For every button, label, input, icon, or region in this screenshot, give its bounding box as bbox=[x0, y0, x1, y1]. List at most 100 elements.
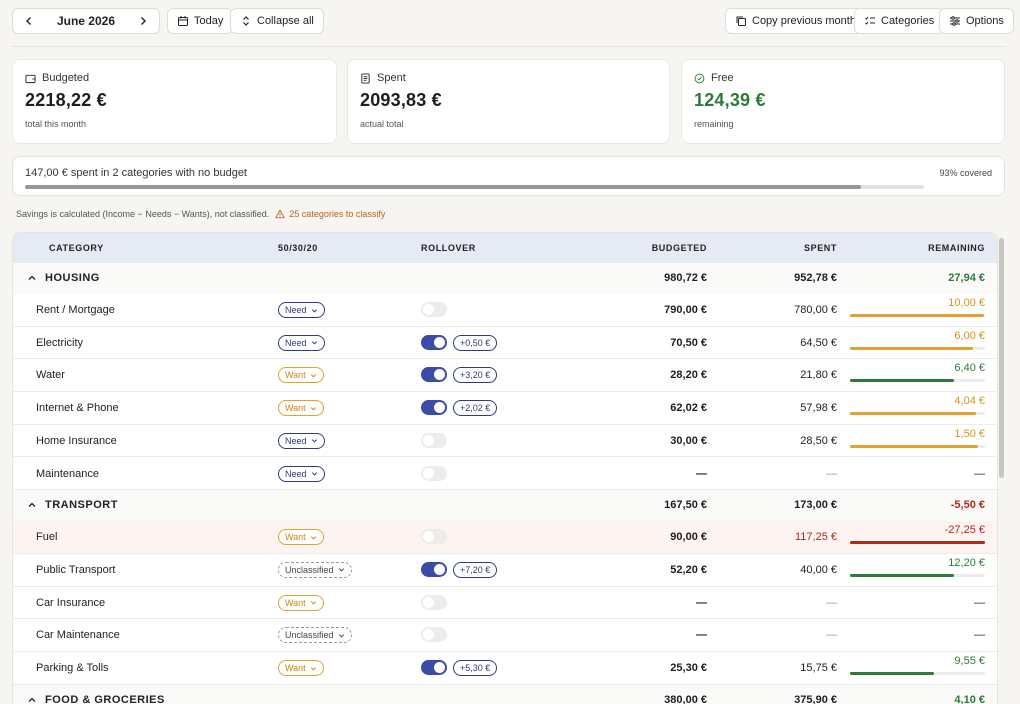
chevron-down-icon bbox=[310, 535, 316, 540]
split-tag[interactable]: Want bbox=[278, 529, 324, 546]
collapse-all-button[interactable]: Collapse all bbox=[230, 8, 324, 34]
chevron-right-icon[interactable] bbox=[137, 15, 149, 27]
budgeted-value: 30,00 € bbox=[670, 434, 707, 447]
split-tag[interactable]: Unclassified bbox=[278, 627, 352, 644]
header-spent[interactable]: SPENT bbox=[804, 243, 837, 253]
rollover-toggle[interactable] bbox=[421, 529, 447, 545]
rollover-toggle[interactable] bbox=[421, 660, 447, 675]
rollover-toggle[interactable] bbox=[421, 594, 447, 610]
group-label: TRANSPORT bbox=[45, 499, 118, 512]
header-rollover[interactable]: ROLLOVER bbox=[421, 243, 476, 253]
chevron-down-icon bbox=[338, 634, 344, 638]
chevron-up-icon[interactable] bbox=[27, 500, 37, 510]
chevron-left-icon[interactable] bbox=[23, 15, 35, 27]
split-tag[interactable]: Need bbox=[278, 465, 325, 482]
group-name: FOOD & GROCERIES bbox=[27, 694, 165, 704]
split-tag-label: Need bbox=[285, 468, 307, 479]
header-budgeted[interactable]: BUDGETED bbox=[652, 243, 707, 253]
split-tag[interactable]: Need bbox=[278, 302, 325, 318]
spent-value: 64,50 € bbox=[800, 336, 837, 349]
group-remaining: 27,94 € bbox=[948, 272, 985, 284]
header-split[interactable]: 50/30/20 bbox=[278, 243, 318, 253]
remaining-bar-fill bbox=[850, 541, 985, 545]
remaining-value: 4,04 € bbox=[954, 395, 985, 408]
toolbar-divider bbox=[12, 46, 1006, 47]
table-row[interactable]: Maintenance Need — — — bbox=[13, 458, 997, 491]
receipt-icon bbox=[361, 72, 370, 84]
budgeted-value: 52,20 € bbox=[670, 563, 707, 576]
category-name: Public Transport bbox=[36, 563, 116, 576]
rollover-toggle[interactable] bbox=[421, 465, 447, 481]
header-remaining[interactable]: REMAINING bbox=[928, 243, 985, 253]
budgeted-amount: 2218,22 € bbox=[25, 90, 107, 110]
split-tag[interactable]: Want bbox=[278, 594, 324, 611]
today-button[interactable]: Today bbox=[167, 8, 234, 34]
group-spent: 173,00 € bbox=[794, 499, 837, 512]
rollover-toggle[interactable] bbox=[421, 302, 447, 317]
budgeted-title: Budgeted bbox=[42, 72, 90, 84]
rollover-toggle[interactable] bbox=[421, 561, 447, 577]
collapse-icon bbox=[243, 16, 249, 26]
rollover-toggle[interactable] bbox=[421, 432, 447, 448]
remaining-bar bbox=[850, 541, 985, 545]
header-category[interactable]: CATEGORY bbox=[49, 243, 104, 253]
categories-button[interactable]: Categories bbox=[854, 8, 945, 34]
table-row[interactable]: Car Maintenance Unclassified — — — bbox=[13, 619, 997, 652]
chevron-up-icon[interactable] bbox=[27, 273, 37, 283]
split-tag-label: Need bbox=[285, 337, 307, 348]
spent-value: 15,75 € bbox=[800, 662, 837, 674]
table-row[interactable]: Parking & Tolls Want +5,30 € 25,30 € 15,75 €… bbox=[13, 652, 997, 685]
table-row[interactable]: Water Want +3,20 € 28,20 € 21,80 € 6,40 € bbox=[13, 359, 997, 393]
table-row[interactable]: Home Insurance Need 30,00 € 28,50 € 1,50 € bbox=[13, 425, 997, 458]
chevron-up-icon[interactable] bbox=[27, 695, 37, 704]
budgeted-value: — bbox=[696, 467, 707, 480]
table-row[interactable]: Car Insurance Want — — — bbox=[13, 587, 997, 620]
group-row[interactable]: TRANSPORT 167,50 € 173,00 € -5,50 € bbox=[13, 490, 997, 522]
coverage-panel: 147,00 € spent in 2 categories with no b… bbox=[12, 156, 1005, 196]
remaining-bar bbox=[850, 444, 985, 448]
remaining-bar-fill bbox=[850, 379, 954, 383]
chevron-down-icon bbox=[311, 472, 317, 476]
rollover-toggle[interactable] bbox=[421, 627, 447, 643]
rollover-toggle[interactable] bbox=[421, 400, 447, 416]
spent-card: Spent 2093,83 € actual total bbox=[347, 59, 670, 144]
group-row[interactable]: FOOD & GROCERIES 380,00 € 375,90 € 4,10 € bbox=[13, 684, 997, 704]
table-row[interactable]: Public Transport Unclassified +7,20 € 52,20… bbox=[13, 554, 997, 587]
group-row[interactable]: HOUSING 980,72 € 952,78 € 27,94 € bbox=[13, 263, 997, 294]
group-label: HOUSING bbox=[45, 272, 100, 284]
table-row[interactable]: Electricity Need +0,50 € 70,50 € 64,50 € 6,00… bbox=[13, 327, 997, 360]
split-tag[interactable]: Need bbox=[278, 334, 325, 351]
coverage-fill bbox=[25, 185, 862, 189]
remaining-bar-fill bbox=[850, 573, 954, 577]
table-scrollbar[interactable] bbox=[999, 238, 1004, 478]
classify-warning[interactable]: 25 categories to classify bbox=[275, 209, 385, 219]
remaining-bar bbox=[850, 412, 985, 416]
wallet-icon bbox=[25, 74, 36, 83]
options-button[interactable]: Options bbox=[939, 8, 1014, 34]
split-tag-label: Want bbox=[285, 597, 306, 608]
split-tag[interactable]: Want bbox=[278, 367, 324, 384]
collapse-all-label: Collapse all bbox=[257, 15, 314, 27]
split-tag[interactable]: Need bbox=[278, 432, 325, 449]
split-tag[interactable]: Want bbox=[278, 400, 324, 417]
table-header: CATEGORY 50/30/20 ROLLOVER BUDGETED SPEN… bbox=[13, 233, 997, 263]
free-title: Free bbox=[711, 72, 734, 84]
rollover-amount: +2,02 € bbox=[453, 400, 498, 417]
copy-previous-month-button[interactable]: Copy previous month bbox=[725, 8, 866, 34]
category-name: Maintenance bbox=[36, 467, 99, 480]
coverage-track bbox=[25, 185, 924, 189]
rollover-toggle[interactable] bbox=[421, 334, 447, 350]
warning-icon bbox=[275, 209, 286, 219]
checklist-icon bbox=[865, 16, 875, 25]
spent-value: 28,50 € bbox=[800, 434, 837, 447]
split-tag[interactable]: Unclassified bbox=[278, 561, 352, 578]
rollover-toggle[interactable] bbox=[421, 367, 447, 383]
options-label: Options bbox=[966, 15, 1004, 27]
spent-value: — bbox=[826, 596, 837, 609]
table-row[interactable]: Internet & Phone Want +2,02 € 62,02 € 57,98 … bbox=[13, 392, 997, 425]
split-tag[interactable]: Want bbox=[278, 660, 324, 676]
table-row[interactable]: Rent / Mortgage Need 790,00 € 780,00 € 10,00… bbox=[13, 294, 997, 327]
remaining-value: 1,50 € bbox=[954, 427, 985, 440]
table-row[interactable]: Fuel Want 90,00 € 117,25 € -27,25 € bbox=[13, 521, 997, 554]
chevron-down-icon bbox=[311, 439, 317, 443]
